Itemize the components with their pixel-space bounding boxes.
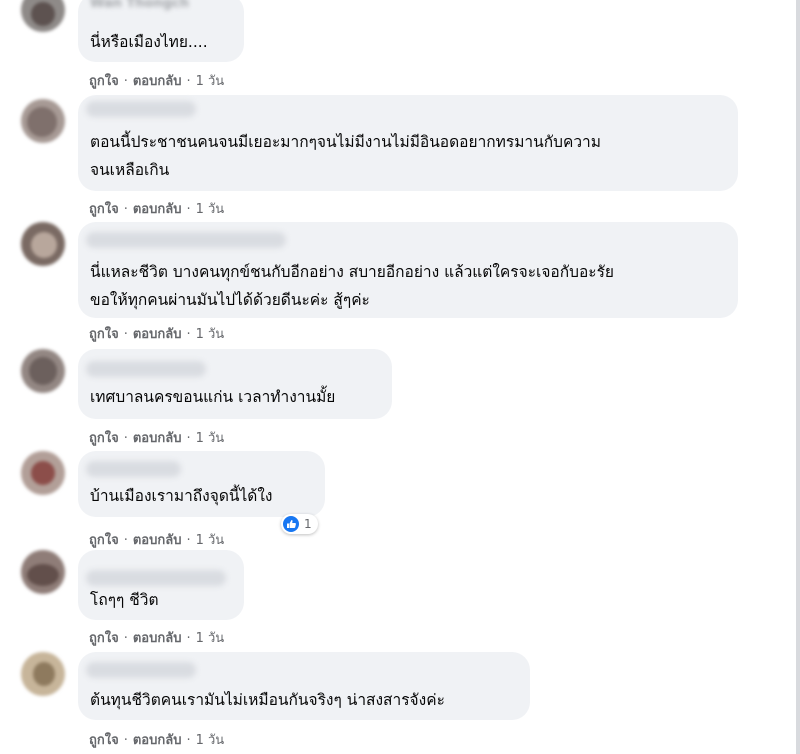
comment-text: นี่แหละชีวิต บางคนทุกข์ชนกับอีกอย่าง สบา… (90, 263, 614, 309)
comment-item: โถๆๆ ชีวิต ถูกใจ · ตอบกลับ · 1 วัน (0, 550, 790, 650)
comment-bubble: โถๆๆ ชีวิต (78, 550, 244, 620)
comment-author-redacted (86, 461, 181, 477)
comment-author[interactable] (90, 644, 230, 664)
comment-author-redacted (86, 662, 196, 678)
separator: · (186, 327, 191, 342)
separator: · (186, 733, 191, 748)
like-link[interactable]: ถูกใจ (89, 729, 119, 750)
separator: · (123, 327, 128, 342)
comment-item: เทศบาลนครขอนแก่น เวลาทำงานมั้ย ถูกใจ · ตอบ… (0, 349, 790, 449)
avatar[interactable] (21, 222, 65, 266)
comment-timestamp[interactable]: 1 วัน (196, 729, 225, 750)
comment-bubble: ตอนนี้ประชาชนคนจนมีเยอะมากๆจนไม่มีงานไม่… (78, 95, 738, 191)
comment-item: บ้านเมืองเรามาถึงจุดนี้ได้ใง 1 ถูกใจ · ตอบ… (0, 451, 790, 551)
comment-bubble: นี่แหละชีวิต บางคนทุกข์ชนกับอีกอย่าง สบา… (78, 222, 738, 318)
avatar[interactable] (21, 652, 65, 696)
reply-link[interactable]: ตอบกลับ (133, 729, 182, 750)
reaction-summary[interactable]: 1 (281, 514, 318, 534)
window-edge (796, 0, 800, 754)
avatar[interactable] (21, 349, 65, 393)
comment-item: Wan Thongch นี่หรือเมืองไทย.... ถูกใจ · ตอ… (0, 0, 790, 95)
comment-bubble: เทศบาลนครขอนแก่น เวลาทำงานมั้ย (78, 349, 392, 419)
avatar[interactable] (21, 0, 65, 32)
comment-actions: ถูกใจ · ตอบกลับ · 1 วัน (89, 729, 224, 750)
comment-author[interactable] (90, 542, 230, 562)
comment-text: นี่หรือเมืองไทย.... (90, 33, 208, 51)
comment-text: บ้านเมืองเรามาถึงจุดนี้ได้ใง (90, 487, 273, 505)
comment-text: ตอนนี้ประชาชนคนจนมีเยอะมากๆจนไม่มีงานไม่… (90, 133, 601, 179)
comment-bubble: Wan Thongch นี่หรือเมืองไทย.... (78, 0, 244, 62)
reaction-count: 1 (304, 517, 312, 531)
comment-text: ต้นทุนชีวิตคนเรามันไม่เหมือนกันจริงๆ น่า… (90, 691, 445, 709)
comment-item: ต้นทุนชีวิตคนเรามันไม่เหมือนกันจริงๆ น่า… (0, 652, 790, 754)
comment-author[interactable]: Wan Thongch (90, 0, 230, 16)
comment-text: เทศบาลนครขอนแก่น เวลาทำงานมั้ย (90, 388, 336, 406)
comment-text: โถๆๆ ชีวิต (90, 591, 159, 609)
comment-author[interactable] (90, 341, 230, 361)
avatar[interactable] (21, 99, 65, 143)
comment-author-redacted (86, 361, 206, 377)
comment-author-redacted (86, 232, 286, 248)
comment-author[interactable] (90, 214, 230, 234)
comment-author[interactable] (90, 443, 230, 463)
separator: · (123, 733, 128, 748)
avatar[interactable] (21, 451, 65, 495)
comment-item: นี่แหละชีวิต บางคนทุกข์ชนกับอีกอย่าง สบา… (0, 222, 790, 347)
comment-author-redacted (86, 570, 226, 586)
comment-item: ตอนนี้ประชาชนคนจนมีเยอะมากๆจนไม่มีงานไม่… (0, 95, 790, 220)
avatar[interactable] (21, 550, 65, 594)
comment-bubble: ต้นทุนชีวิตคนเรามันไม่เหมือนกันจริงๆ น่า… (78, 652, 530, 720)
thumbs-up-icon (283, 516, 299, 532)
comment-author[interactable] (90, 87, 230, 107)
comment-bubble: บ้านเมืองเรามาถึงจุดนี้ได้ใง (78, 451, 325, 517)
